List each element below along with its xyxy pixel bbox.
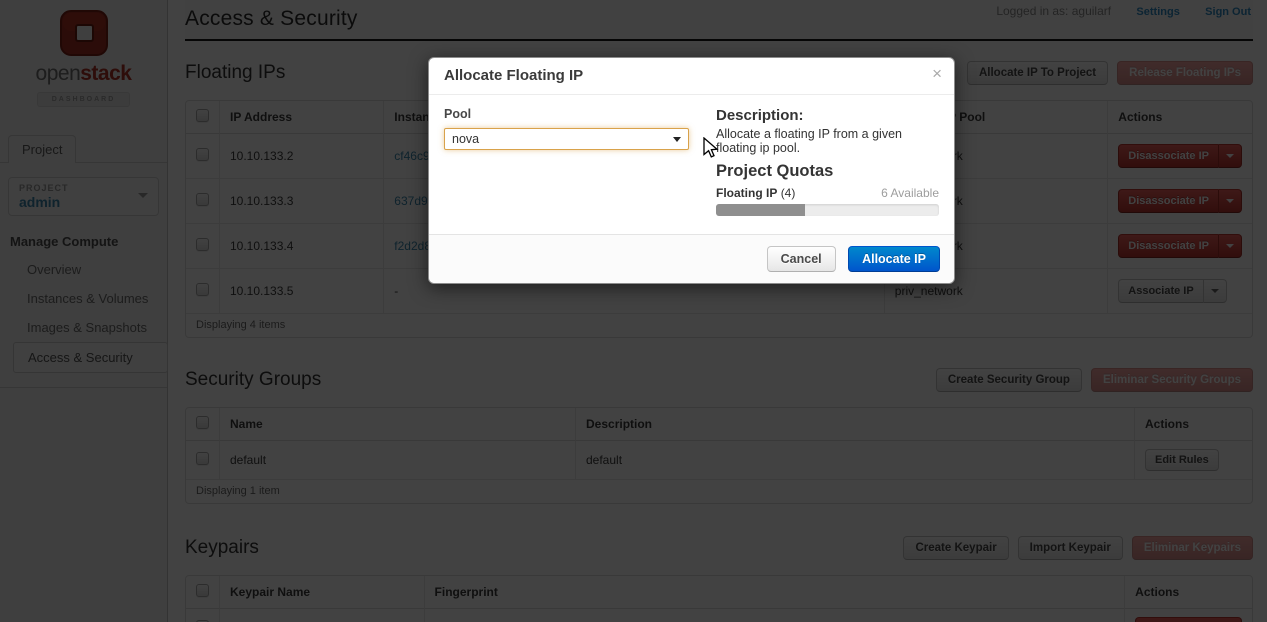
allocate-ip-button[interactable]: Allocate IP (848, 246, 940, 272)
modal-header: Allocate Floating IP × (429, 58, 954, 95)
close-icon[interactable]: × (932, 64, 942, 84)
caret-down-icon (673, 136, 681, 142)
modal-body: Pool nova Description: Allocate a floati… (429, 95, 954, 234)
modal-title: Allocate Floating IP (444, 67, 584, 84)
project-quotas-title: Project Quotas (716, 162, 834, 180)
openstack-dashboard-page: openstack DASHBOARD Project PROJECT admi… (0, 0, 1267, 622)
description-title: Description: (716, 107, 804, 124)
quota-available: 6 Available (881, 186, 939, 200)
quota-progress-bar (716, 204, 939, 216)
pool-select-value: nova (452, 132, 480, 146)
allocate-floating-ip-modal: Allocate Floating IP × Pool nova Descrip… (428, 57, 955, 284)
pool-label: Pool (444, 107, 472, 121)
quota-progress-fill (716, 204, 806, 216)
modal-footer: Cancel Allocate IP (429, 234, 954, 283)
cancel-button[interactable]: Cancel (766, 246, 836, 272)
pool-select[interactable]: nova (444, 128, 689, 150)
quota-label: Floating IP (4) (716, 186, 796, 200)
description-text: Allocate a floating IP from a given floa… (716, 127, 902, 155)
